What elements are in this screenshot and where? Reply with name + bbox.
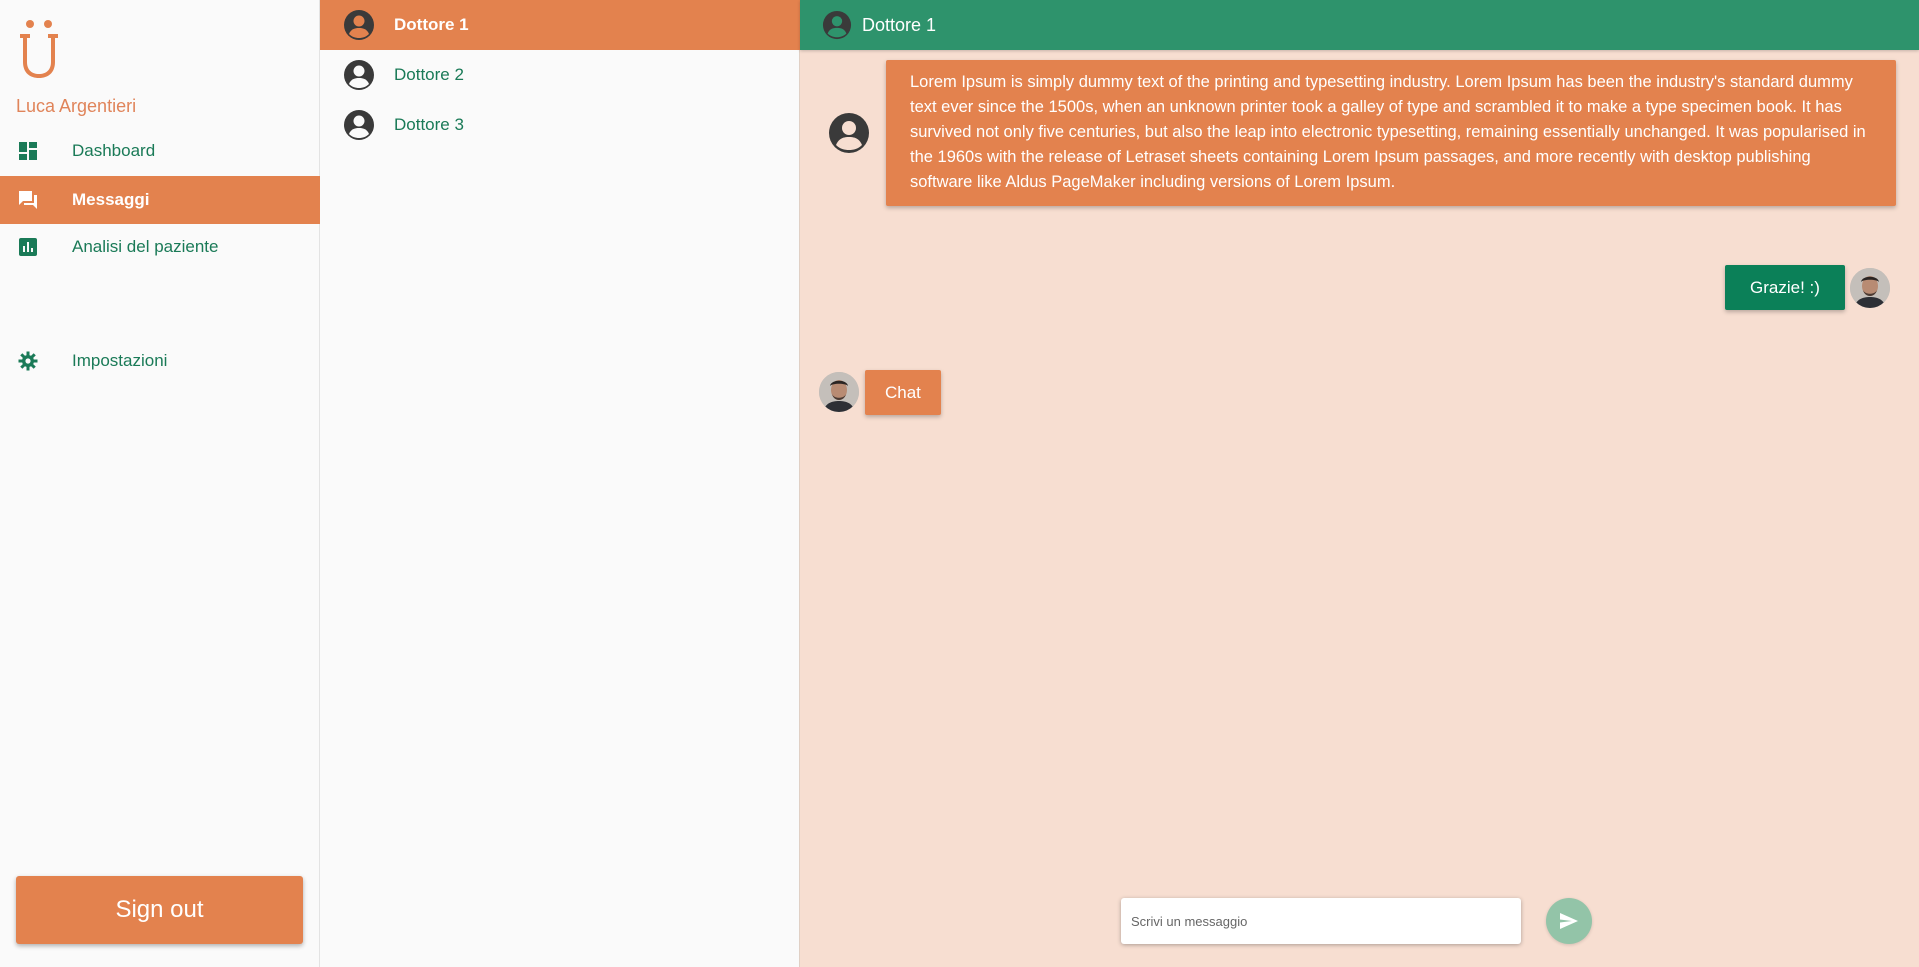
nav-label: Impostazioni xyxy=(72,351,168,370)
user-avatar-photo xyxy=(819,372,859,412)
account-circle-icon xyxy=(344,10,374,40)
chat-panel: Dottore 1 Lorem Ipsum is simply dummy te… xyxy=(800,0,1919,967)
dashboard-icon xyxy=(17,140,39,162)
nav-item-impostazioni[interactable]: Impostazioni xyxy=(0,337,320,385)
gear-icon xyxy=(17,350,39,372)
user-avatar-photo xyxy=(1850,268,1890,308)
nav-label: Analisi del paziente xyxy=(72,237,219,256)
sidebar: Luca Argentieri Dashboard Messaggi Anali… xyxy=(0,0,320,967)
contacts-panel: Dottore 1 Dottore 2 Dottore 3 xyxy=(320,0,800,967)
account-circle-icon xyxy=(822,10,852,40)
chat-icon xyxy=(17,189,39,211)
contact-name: Dottore 2 xyxy=(394,65,464,84)
nav-item-analisi[interactable]: Analisi del paziente xyxy=(0,223,320,271)
chat-header: Dottore 1 xyxy=(800,0,1919,50)
u-umlaut-logo xyxy=(20,20,58,78)
nav-label: Dashboard xyxy=(72,141,156,160)
nav-label: Messaggi xyxy=(72,190,150,209)
account-circle-icon xyxy=(829,113,869,153)
contact-item-dottore-2[interactable]: Dottore 2 xyxy=(320,50,800,100)
message-input[interactable] xyxy=(1121,898,1521,944)
message-bubble-received: Lorem Ipsum is simply dummy text of the … xyxy=(886,60,1896,206)
message-bubble-sent: Grazie! :) xyxy=(1725,265,1845,310)
contact-name: Dottore 1 xyxy=(394,15,469,34)
contact-name: Dottore 3 xyxy=(394,115,464,134)
sign-out-button[interactable]: Sign out xyxy=(16,876,303,944)
nav-item-messaggi[interactable]: Messaggi xyxy=(0,176,320,224)
contact-item-dottore-1[interactable]: Dottore 1 xyxy=(320,0,800,50)
analytics-icon xyxy=(17,236,39,258)
send-icon xyxy=(1560,913,1578,929)
message-bubble-chat: Chat xyxy=(865,370,941,415)
user-name: Luca Argentieri xyxy=(16,96,137,116)
send-button[interactable] xyxy=(1546,898,1592,944)
account-circle-icon xyxy=(344,110,374,140)
account-circle-icon xyxy=(344,60,374,90)
contact-item-dottore-3[interactable]: Dottore 3 xyxy=(320,100,800,150)
chat-header-title: Dottore 1 xyxy=(862,14,937,35)
nav-item-dashboard[interactable]: Dashboard xyxy=(0,127,320,175)
